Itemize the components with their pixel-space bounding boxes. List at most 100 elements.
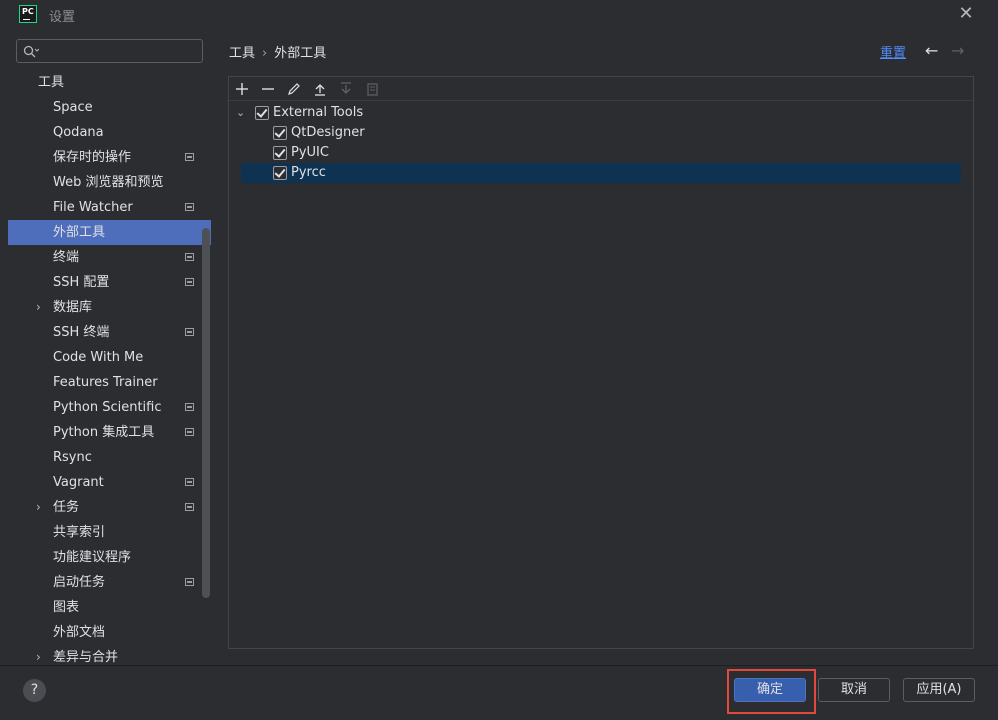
sidebar-item[interactable]: 保存时的操作 bbox=[8, 145, 211, 170]
project-level-icon bbox=[185, 328, 194, 336]
sidebar-item[interactable]: › 任务 bbox=[8, 495, 211, 520]
sidebar-item[interactable]: Rsync bbox=[8, 445, 211, 470]
sidebar-item-label: 任务 bbox=[53, 500, 80, 515]
external-tools-panel: ⌄ External Tools QtDesigner PyUIC Pyrcc bbox=[228, 76, 974, 649]
sidebar-item-label: Code With Me bbox=[53, 350, 144, 365]
checkbox-qtdesigner[interactable] bbox=[273, 126, 287, 140]
sidebar-item[interactable]: 功能建议程序 bbox=[8, 545, 211, 570]
sidebar-item[interactable]: File Watcher bbox=[8, 195, 211, 220]
sidebar-item[interactable]: › 差异与合并 bbox=[8, 645, 211, 665]
sidebar-item-label: Python 集成工具 bbox=[53, 425, 155, 440]
sidebar-item[interactable]: › 数据库 bbox=[8, 295, 211, 320]
sidebar-item-label: Web 浏览器和预览 bbox=[53, 175, 164, 190]
sidebar-item[interactable]: Vagrant bbox=[8, 470, 211, 495]
close-icon[interactable]: ✕ bbox=[957, 5, 975, 23]
edit-icon[interactable] bbox=[286, 81, 302, 97]
sidebar-item[interactable]: Code With Me bbox=[8, 345, 211, 370]
apply-button[interactable]: 应用(A) bbox=[903, 678, 975, 702]
tree-item-label: QtDesigner bbox=[291, 125, 365, 140]
search-input[interactable] bbox=[43, 42, 193, 60]
project-level-icon bbox=[185, 478, 194, 486]
sidebar-item-label: Rsync bbox=[53, 450, 92, 465]
sidebar-item[interactable]: 图表 bbox=[8, 595, 211, 620]
reset-link[interactable]: 重置 bbox=[880, 42, 906, 61]
sidebar-item[interactable]: Python 集成工具 bbox=[8, 420, 211, 445]
sidebar-item-label: 启动任务 bbox=[53, 575, 106, 590]
move-up-icon[interactable] bbox=[312, 81, 328, 97]
breadcrumb-item-external-tools: 外部工具 bbox=[274, 46, 327, 61]
sidebar-item-label: 外部文档 bbox=[53, 625, 106, 640]
sidebar-item[interactable]: Features Trainer bbox=[8, 370, 211, 395]
tree-item-pyrcc[interactable]: Pyrcc bbox=[241, 163, 961, 183]
sidebar-item[interactable]: 外部工具 bbox=[8, 220, 211, 245]
project-level-icon bbox=[185, 153, 194, 161]
tree-group-external-tools[interactable]: ⌄ External Tools bbox=[229, 103, 973, 123]
sidebar-item-label: 工具 bbox=[38, 75, 65, 90]
chevron-down-icon[interactable]: ⌄ bbox=[236, 103, 245, 123]
search-icon bbox=[23, 45, 39, 58]
forward-arrow-icon: → bbox=[951, 41, 965, 60]
search-box[interactable] bbox=[16, 39, 203, 63]
tools-toolbar bbox=[229, 77, 973, 101]
sidebar-item-label: 外部工具 bbox=[53, 225, 106, 240]
tree-item-qtdesigner[interactable]: QtDesigner bbox=[229, 123, 973, 143]
back-arrow-icon[interactable]: ← bbox=[925, 41, 938, 60]
window-title: 设置 bbox=[49, 10, 76, 25]
sidebar-item-label: 图表 bbox=[53, 600, 80, 615]
sidebar-item[interactable]: SSH 配置 bbox=[8, 270, 211, 295]
breadcrumb-separator: › bbox=[262, 46, 268, 61]
sidebar-item[interactable]: 外部文档 bbox=[8, 620, 211, 645]
sidebar-item-label: 终端 bbox=[53, 250, 80, 265]
sidebar-item-label: 差异与合并 bbox=[53, 650, 119, 665]
sidebar-item-label: 数据库 bbox=[53, 300, 93, 315]
checkbox-pyuic[interactable] bbox=[273, 146, 287, 160]
ok-button[interactable]: 确定 bbox=[734, 678, 806, 702]
remove-icon[interactable] bbox=[260, 81, 276, 97]
sidebar-item[interactable]: Space bbox=[8, 95, 211, 120]
settings-tree: 工具 Space Qodana 保存时的操作 Web 浏览器和预览 File Watche… bbox=[8, 70, 211, 665]
breadcrumb-item-tools: 工具 bbox=[229, 46, 256, 61]
sidebar-item[interactable]: Python Scientific bbox=[8, 395, 211, 420]
logo-text: PC bbox=[22, 7, 34, 16]
sidebar-item[interactable]: 终端 bbox=[8, 245, 211, 270]
help-button[interactable]: ? bbox=[23, 679, 46, 702]
tree-item-pyuic[interactable]: PyUIC bbox=[229, 143, 973, 163]
copy-icon bbox=[364, 81, 380, 97]
project-level-icon bbox=[185, 253, 194, 261]
sidebar-item[interactable]: 共享索引 bbox=[8, 520, 211, 545]
project-level-icon bbox=[185, 428, 194, 436]
tree-item-label: PyUIC bbox=[291, 145, 329, 160]
cancel-button[interactable]: 取消 bbox=[818, 678, 890, 702]
tree-group-label: External Tools bbox=[273, 105, 364, 120]
project-level-icon bbox=[185, 403, 194, 411]
move-down-icon bbox=[338, 81, 354, 97]
sidebar-item-label: 共享索引 bbox=[53, 525, 106, 540]
dialog-footer: ? 确定 取消 应用(A) bbox=[0, 665, 998, 720]
sidebar-item-label: SSH 配置 bbox=[53, 275, 110, 290]
breadcrumb: 工具 › 外部工具 bbox=[229, 42, 326, 61]
chevron-right-icon[interactable]: › bbox=[36, 295, 48, 320]
sidebar-item-label: Python Scientific bbox=[53, 400, 162, 415]
pycharm-logo-icon: PC bbox=[19, 5, 37, 23]
sidebar-item[interactable]: 工具 bbox=[8, 70, 211, 95]
sidebar-item[interactable]: Qodana bbox=[8, 120, 211, 145]
chevron-right-icon[interactable]: › bbox=[36, 495, 48, 520]
add-icon[interactable] bbox=[234, 81, 250, 97]
sidebar-item[interactable]: SSH 终端 bbox=[8, 320, 211, 345]
sidebar-item-label: 功能建议程序 bbox=[53, 550, 132, 565]
project-level-icon bbox=[185, 503, 194, 511]
sidebar-item-label: Features Trainer bbox=[53, 375, 158, 390]
sidebar-scrollbar[interactable] bbox=[202, 228, 210, 598]
checkbox-pyrcc[interactable] bbox=[273, 166, 287, 180]
settings-sidebar: 工具 Space Qodana 保存时的操作 Web 浏览器和预览 File Watche… bbox=[8, 30, 211, 665]
sidebar-item-label: 保存时的操作 bbox=[53, 150, 132, 165]
checkbox-external-tools[interactable] bbox=[255, 106, 269, 120]
project-level-icon bbox=[185, 203, 194, 211]
sidebar-item[interactable]: Web 浏览器和预览 bbox=[8, 170, 211, 195]
sidebar-item-label: SSH 终端 bbox=[53, 325, 110, 340]
sidebar-item[interactable]: 启动任务 bbox=[8, 570, 211, 595]
sidebar-item-label: Qodana bbox=[53, 125, 104, 140]
sidebar-item-label: Space bbox=[53, 100, 93, 115]
sidebar-item-label: Vagrant bbox=[53, 475, 104, 490]
chevron-right-icon[interactable]: › bbox=[36, 645, 48, 665]
